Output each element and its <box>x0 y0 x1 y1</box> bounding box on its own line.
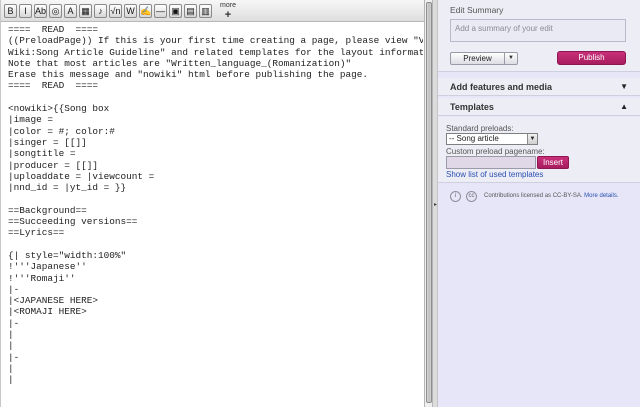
chevron-down-icon: ▼ <box>527 134 537 144</box>
more-tools-label: more <box>220 2 236 9</box>
editor-toolbar: B I Ab ◎ A ▦ ♪ √n W ✍ — ▣ ▤ ▥ more + <box>1 0 425 22</box>
table-button[interactable]: ▥ <box>199 4 212 18</box>
edit-side-panel: Edit Summary Add a summary of your edit … <box>438 0 640 407</box>
license-text: Contributions licensed as CC-BY-SA. <box>484 193 583 199</box>
templates-body: Standard preloads: -- Song article ▼ Cus… <box>438 117 640 183</box>
image-button[interactable]: ▦ <box>79 4 92 18</box>
bold-button[interactable]: B <box>4 4 17 18</box>
template-button[interactable]: ▤ <box>184 4 197 18</box>
preview-dropdown-button[interactable]: ▼ <box>505 52 518 65</box>
nowiki-button[interactable]: W <box>124 4 137 18</box>
wikitext-textarea[interactable]: ==== READ ==== ((PreloadPage)) If this i… <box>3 22 423 407</box>
section-add-features-label: Add features and media <box>450 82 553 92</box>
plus-icon: + <box>224 9 232 21</box>
show-used-templates-link[interactable]: Show list of used templates <box>446 170 543 179</box>
edit-summary-box: Edit Summary Add a summary of your edit … <box>438 0 640 72</box>
editor-scrollbar[interactable] <box>424 0 433 407</box>
edit-summary-input[interactable]: Add a summary of your edit <box>450 19 626 42</box>
standard-preloads-label: Standard preloads: <box>446 124 514 133</box>
chevron-down-icon: ▼ <box>508 55 514 61</box>
more-tools-button[interactable]: more + <box>219 2 237 21</box>
external-link-button[interactable]: ◎ <box>49 4 62 18</box>
standard-preloads-value: -- Song article <box>449 134 499 143</box>
editor-scrollbar-thumb[interactable] <box>426 2 432 403</box>
italic-button[interactable]: I <box>19 4 32 18</box>
media-button[interactable]: ♪ <box>94 4 107 18</box>
signature-button[interactable]: ✍ <box>139 4 152 18</box>
cc-sa-icon: cc <box>466 191 477 202</box>
gallery-button[interactable]: ▣ <box>169 4 182 18</box>
license-more-details-link[interactable]: More details. <box>584 193 618 199</box>
math-button[interactable]: √n <box>109 4 122 18</box>
insert-button[interactable]: Insert <box>537 156 569 169</box>
internal-link-button[interactable]: Ab <box>34 4 47 18</box>
editor-area: B I Ab ◎ A ▦ ♪ √n W ✍ — ▣ ▤ ▥ more + ==== READ ==== ((P… <box>0 0 425 407</box>
section-templates-label: Templates <box>450 102 494 112</box>
side-panel-empty-area <box>438 210 640 407</box>
heading-button[interactable]: A <box>64 4 77 18</box>
chevron-up-icon: ▲ <box>620 102 628 111</box>
standard-preloads-select[interactable]: -- Song article ▼ <box>446 133 538 145</box>
publish-button[interactable]: Publish <box>557 51 626 65</box>
license-notice: i cc Contributions licensed as CC-BY-SA.… <box>450 191 636 203</box>
section-templates[interactable]: Templates ▲ <box>438 98 640 116</box>
horizontal-line-button[interactable]: — <box>154 4 167 18</box>
custom-preload-label: Custom preload pagename: <box>446 147 545 156</box>
edit-summary-title: Edit Summary <box>450 5 504 15</box>
custom-preload-input[interactable] <box>446 156 536 169</box>
cc-by-icon: i <box>450 191 461 202</box>
chevron-down-icon: ▼ <box>620 82 628 91</box>
preview-button[interactable]: Preview <box>450 52 505 65</box>
section-add-features[interactable]: Add features and media ▼ <box>438 78 640 96</box>
